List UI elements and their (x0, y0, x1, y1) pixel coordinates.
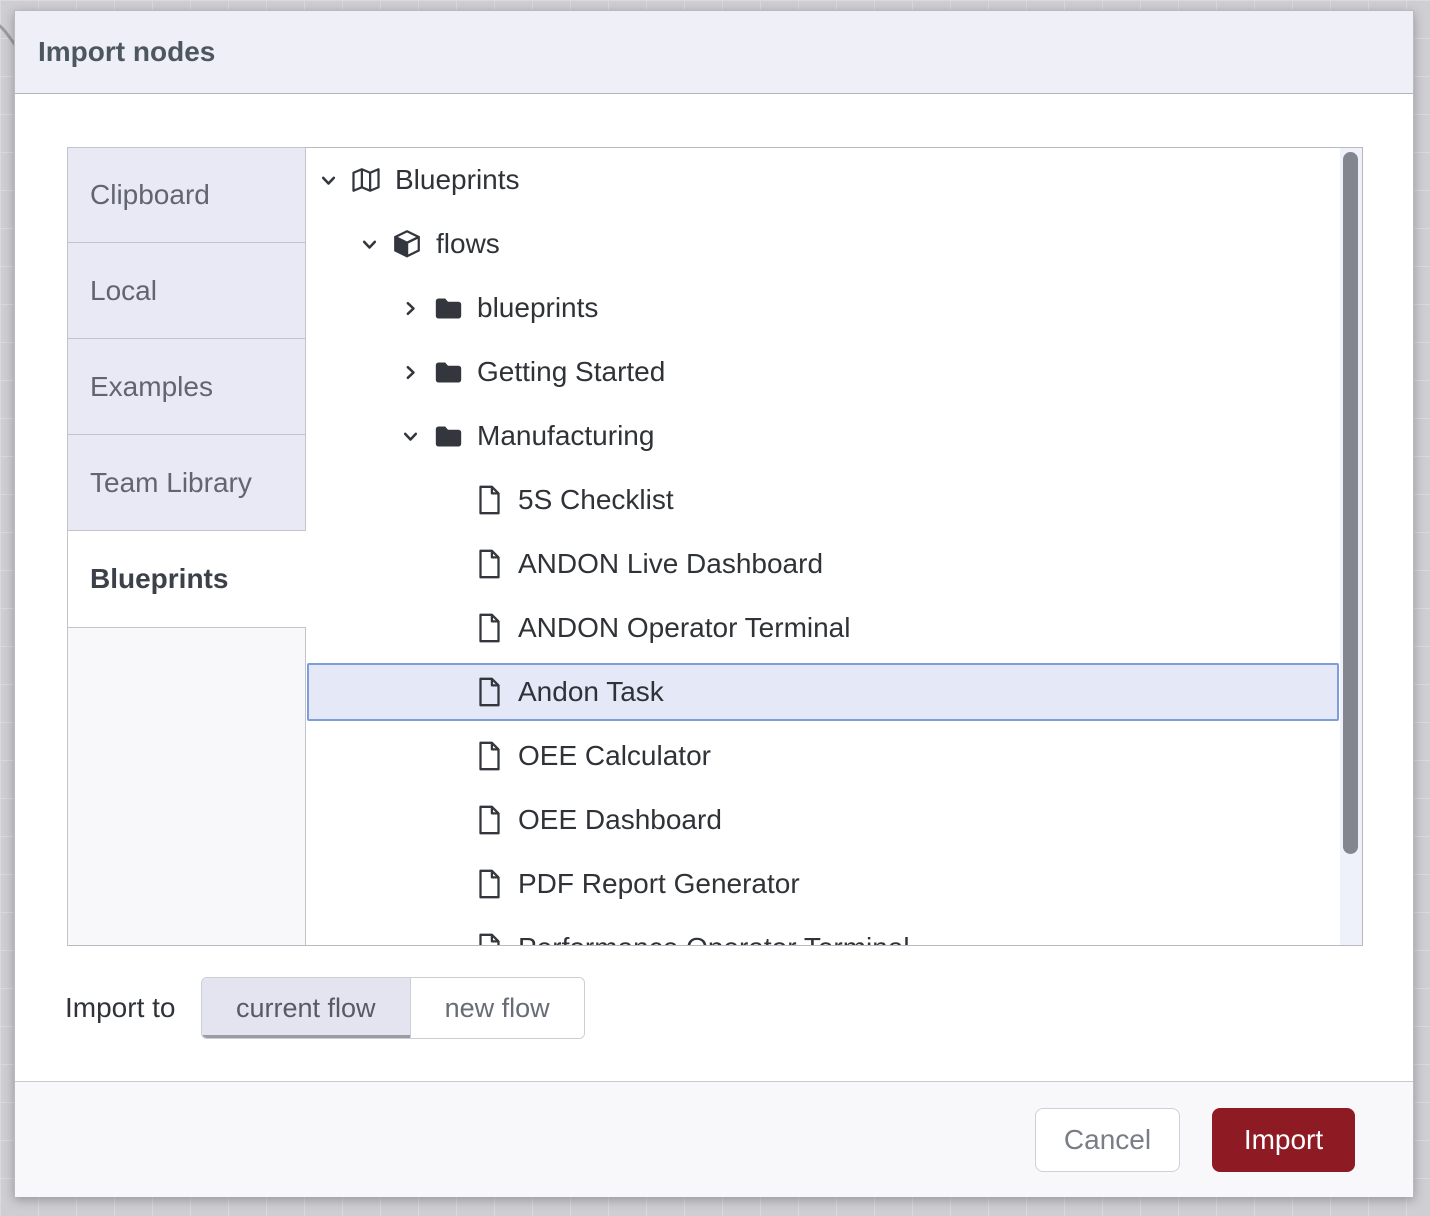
sidebar-empty-area (67, 627, 306, 946)
tree-item-label: 5S Checklist (518, 484, 674, 516)
tree-item-label: Blueprints (395, 164, 520, 196)
file-icon (474, 485, 504, 515)
dialog-title: Import nodes (38, 36, 215, 68)
dialog-header: Import nodes (15, 11, 1413, 94)
tree-item-label: OEE Calculator (518, 740, 711, 772)
library-tabs: Clipboard Local Examples Team Library Bluepr… (67, 147, 306, 946)
tree-item[interactable]: PDF Report Generator (306, 852, 1340, 916)
tree-item-label: Manufacturing (477, 420, 654, 452)
cancel-button[interactable]: Cancel (1035, 1108, 1180, 1172)
sidebar-tab-team-library[interactable]: Team Library (67, 435, 306, 531)
folder-icon (433, 424, 463, 449)
sidebar-tab-label: Examples (90, 371, 213, 403)
tree-item[interactable]: 5S Checklist (306, 468, 1340, 532)
file-icon (474, 869, 504, 899)
import-button[interactable]: Import (1212, 1108, 1355, 1172)
file-icon (474, 613, 504, 643)
tree-item-label: ANDON Live Dashboard (518, 548, 823, 580)
tree-item-label: Andon Task (518, 676, 664, 708)
package-icon (392, 229, 422, 259)
chevron-down-icon[interactable] (317, 172, 339, 189)
sidebar-tab-examples[interactable]: Examples (67, 339, 306, 435)
tree-item-selected[interactable]: Andon Task (307, 663, 1339, 721)
import-to-toggle: current flownew flow (201, 977, 585, 1039)
file-icon (474, 741, 504, 771)
folder-icon (433, 296, 463, 321)
tree-item[interactable]: Blueprints (306, 148, 1340, 212)
tree-item-label: Performance Operator Terminal (518, 932, 910, 946)
import-to-new-flow[interactable]: new flow (410, 978, 584, 1038)
map-icon (351, 166, 381, 194)
chevron-right-icon[interactable] (399, 300, 421, 317)
tree-item[interactable]: flows (306, 212, 1340, 276)
dialog-footer: Cancel Import (15, 1081, 1413, 1197)
sidebar-tab-label: Local (90, 275, 157, 307)
tree-item-label: flows (436, 228, 500, 260)
sidebar-tab-blueprints[interactable]: Blueprints (67, 531, 306, 627)
tree-item-label: blueprints (477, 292, 598, 324)
tree-item[interactable]: ANDON Operator Terminal (306, 596, 1340, 660)
scrollbar-thumb[interactable] (1343, 152, 1358, 854)
tree-item-label: OEE Dashboard (518, 804, 722, 836)
import-to-current-flow[interactable]: current flow (202, 978, 410, 1038)
tree-item-label: ANDON Operator Terminal (518, 612, 850, 644)
file-icon (474, 677, 504, 707)
file-icon (474, 805, 504, 835)
sidebar-tab-label: Blueprints (90, 563, 228, 595)
tree-item-label: Getting Started (477, 356, 665, 388)
scrollbar[interactable] (1340, 148, 1362, 945)
folder-icon (433, 360, 463, 385)
sidebar-tab-label: Team Library (90, 467, 252, 499)
tree-item[interactable]: ANDON Live Dashboard (306, 532, 1340, 596)
chevron-right-icon[interactable] (399, 364, 421, 381)
chevron-down-icon[interactable] (358, 236, 380, 253)
sidebar-tab-clipboard[interactable]: Clipboard (67, 147, 306, 243)
tree-item[interactable]: Manufacturing (306, 404, 1340, 468)
tree-item[interactable]: OEE Dashboard (306, 788, 1340, 852)
sidebar-tab-label: Clipboard (90, 179, 210, 211)
library-tree: Blueprints flows blueprints Getting Started… (306, 148, 1340, 946)
chevron-down-icon[interactable] (399, 428, 421, 445)
import-to-label: Import to (65, 977, 175, 1039)
file-icon (474, 549, 504, 579)
tree-item[interactable]: Getting Started (306, 340, 1340, 404)
file-icon (474, 933, 504, 946)
tree-item[interactable]: blueprints (306, 276, 1340, 340)
tree-item[interactable]: OEE Calculator (306, 724, 1340, 788)
sidebar-tab-local[interactable]: Local (67, 243, 306, 339)
library-tree-pane: Blueprints flows blueprints Getting Started… (306, 147, 1363, 946)
tree-item[interactable]: Performance Operator Terminal (306, 916, 1340, 946)
tree-item-label: PDF Report Generator (518, 868, 800, 900)
import-nodes-dialog: Import nodes Clipboard Local Examples Team … (14, 10, 1414, 1197)
